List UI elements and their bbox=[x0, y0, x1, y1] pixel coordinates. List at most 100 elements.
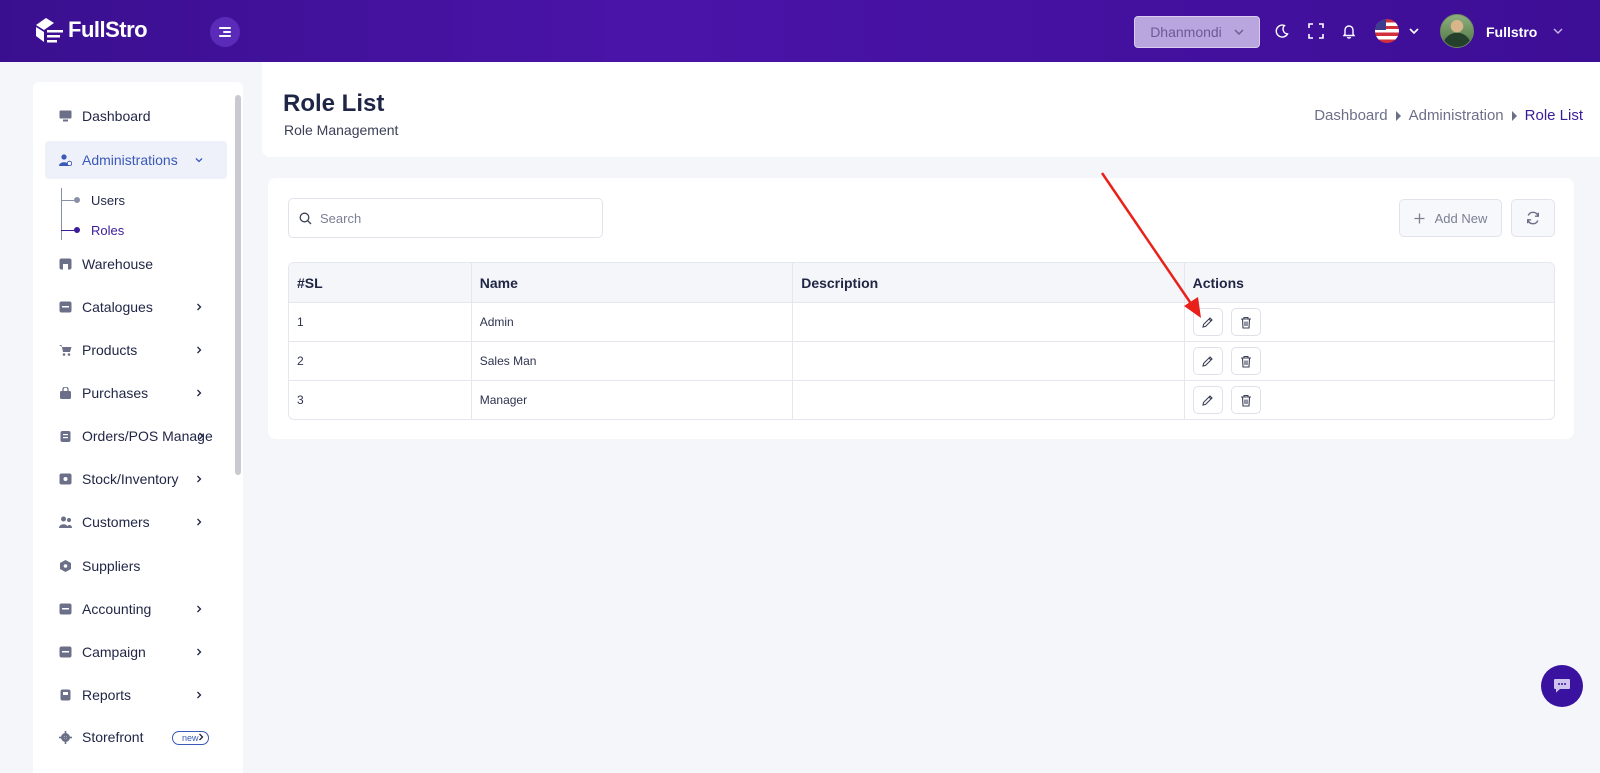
user-name[interactable]: Fullstro bbox=[1486, 24, 1537, 40]
cell-actions bbox=[1183, 381, 1554, 419]
gear-icon bbox=[59, 730, 72, 744]
sidebar-subitem-label: Users bbox=[91, 192, 125, 208]
branch-select[interactable]: Dhanmondi bbox=[1134, 16, 1260, 48]
sidebar-item-campaign[interactable]: Campaign bbox=[45, 633, 227, 671]
menu-toggle-button[interactable] bbox=[210, 17, 240, 47]
chevron-right-icon bbox=[193, 344, 205, 356]
page-title: Role List bbox=[283, 90, 385, 117]
chevron-right-icon bbox=[193, 516, 205, 528]
submenu-bullet-icon bbox=[61, 196, 80, 203]
page-subtitle: Role Management bbox=[284, 122, 399, 138]
cell-name: Admin bbox=[470, 303, 792, 341]
cell-name: Sales Man bbox=[470, 342, 792, 380]
delete-button[interactable] bbox=[1230, 386, 1261, 414]
sidebar-item-label: Dashboard bbox=[82, 108, 151, 124]
bell-icon bbox=[1342, 25, 1356, 39]
dark-mode-toggle[interactable] bbox=[1271, 20, 1293, 42]
sidebar-item-customers[interactable]: Customers bbox=[45, 503, 227, 541]
sidebar-item-dashboard[interactable]: Dashboard bbox=[45, 97, 227, 135]
column-header-description[interactable]: Description bbox=[792, 263, 1183, 302]
chevron-right-icon bbox=[193, 689, 205, 701]
sidebar-item-stock-inventory[interactable]: Stock/Inventory bbox=[45, 460, 227, 498]
sidebar-item-products[interactable]: Products bbox=[45, 331, 227, 369]
sidebar-item-label: Suppliers bbox=[82, 558, 141, 574]
refresh-icon bbox=[1527, 211, 1539, 225]
breadcrumb-dashboard[interactable]: Dashboard bbox=[1314, 107, 1387, 124]
chevron-right-icon bbox=[195, 731, 207, 743]
sidebar-item-reports[interactable]: Reports bbox=[45, 676, 227, 714]
report-icon bbox=[59, 689, 72, 701]
search-input[interactable] bbox=[320, 210, 590, 226]
sidebar-item-accounting[interactable]: Accounting bbox=[45, 590, 227, 628]
edit-button[interactable] bbox=[1192, 308, 1223, 336]
user-cog-icon bbox=[59, 154, 72, 166]
cell-description bbox=[792, 381, 1183, 419]
trash-icon bbox=[1240, 394, 1251, 407]
box-icon bbox=[59, 301, 72, 313]
trash-icon bbox=[1240, 355, 1251, 368]
sidebar-item-label: Stock/Inventory bbox=[82, 471, 179, 487]
fullscreen-toggle[interactable] bbox=[1305, 20, 1327, 42]
sidebar-item-label: Warehouse bbox=[82, 256, 154, 272]
cart-icon bbox=[59, 344, 72, 356]
brand-logo[interactable]: FullStro bbox=[34, 16, 148, 44]
chevron-down-icon bbox=[193, 154, 205, 166]
sidebar-scrollbar[interactable] bbox=[235, 95, 241, 475]
column-header-actions: Actions bbox=[1183, 263, 1554, 302]
table-row: 2 Sales Man bbox=[289, 341, 1554, 380]
breadcrumb-administration[interactable]: Administration bbox=[1409, 107, 1504, 124]
language-dropdown[interactable] bbox=[1403, 20, 1425, 42]
column-header-name[interactable]: Name bbox=[470, 263, 792, 302]
user-menu-dropdown[interactable] bbox=[1547, 20, 1569, 42]
sidebar-subitem-users[interactable]: Users bbox=[61, 189, 125, 211]
sidebar-item-suppliers[interactable]: Suppliers bbox=[45, 547, 227, 585]
pencil-icon bbox=[1202, 316, 1213, 328]
branch-select-value: Dhanmondi bbox=[1150, 24, 1222, 40]
table-header-row: #SL Name Description Actions bbox=[289, 263, 1554, 302]
fullscreen-icon bbox=[1308, 23, 1324, 39]
breadcrumb-current: Role List bbox=[1524, 107, 1583, 124]
edit-button[interactable] bbox=[1192, 386, 1223, 414]
sidebar-item-label: Products bbox=[82, 342, 138, 358]
sidebar-item-label: Storefront bbox=[82, 729, 144, 745]
sidebar-item-administrations[interactable]: Administrations bbox=[45, 141, 227, 179]
plus-icon bbox=[1414, 213, 1425, 223]
sidebar-subitem-label: Roles bbox=[91, 222, 125, 238]
add-new-button[interactable]: Add New bbox=[1399, 199, 1502, 237]
cell-sl: 2 bbox=[297, 354, 304, 368]
submenu-bullet-icon bbox=[61, 226, 80, 233]
chat-support-button[interactable] bbox=[1541, 665, 1583, 707]
hamburger-icon bbox=[219, 25, 231, 39]
chevron-right-icon bbox=[193, 387, 205, 399]
chevron-down-icon bbox=[1553, 28, 1563, 34]
clipboard-icon bbox=[59, 430, 72, 442]
sidebar-subitem-roles[interactable]: Roles bbox=[61, 219, 124, 241]
notifications-button[interactable] bbox=[1338, 20, 1360, 42]
sidebar-item-label: Reports bbox=[82, 687, 132, 703]
sidebar-item-warehouse[interactable]: Warehouse bbox=[45, 245, 227, 283]
sidebar-item-purchases[interactable]: Purchases bbox=[45, 374, 227, 412]
search-box[interactable] bbox=[288, 198, 603, 238]
column-header-sl[interactable]: #SL bbox=[289, 263, 471, 302]
search-icon bbox=[299, 212, 312, 224]
cell-sl: 3 bbox=[297, 393, 304, 407]
logo-icon bbox=[34, 16, 64, 44]
sidebar-item-catalogues[interactable]: Catalogues bbox=[45, 288, 227, 326]
user-avatar[interactable] bbox=[1440, 14, 1474, 48]
refresh-button[interactable] bbox=[1511, 199, 1555, 237]
chevron-right-icon bbox=[193, 473, 205, 485]
language-flag-icon[interactable] bbox=[1375, 19, 1399, 43]
sidebar-item-label: Orders/POS Manage bbox=[82, 428, 213, 444]
delete-button[interactable] bbox=[1230, 308, 1261, 336]
sidebar-item-label: Catalogues bbox=[82, 299, 153, 315]
top-bar: FullStro Dhanmondi Fullstro bbox=[0, 0, 1600, 62]
sidebar-item-storefront[interactable]: Storefront new bbox=[45, 718, 227, 756]
cell-sl: 1 bbox=[297, 315, 304, 329]
cell-actions bbox=[1183, 303, 1554, 341]
delete-button[interactable] bbox=[1230, 347, 1261, 375]
sidebar-item-orders-pos[interactable]: Orders/POS Manage bbox=[45, 417, 227, 455]
breadcrumb: Dashboard Administration Role List bbox=[1314, 107, 1583, 124]
edit-button[interactable] bbox=[1192, 347, 1223, 375]
roles-table: #SL Name Description Actions 1 Admin 2 S… bbox=[288, 262, 1555, 420]
cell-description bbox=[792, 342, 1183, 380]
